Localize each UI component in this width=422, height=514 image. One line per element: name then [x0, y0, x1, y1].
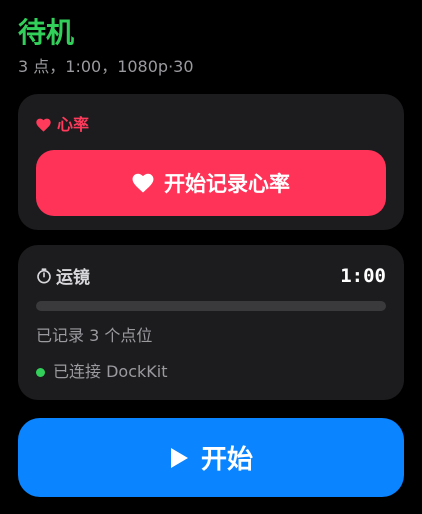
- record-button-label: 开始记录心率: [164, 172, 290, 196]
- motion-progress-bar: [36, 301, 386, 311]
- timer-icon: [36, 267, 52, 284]
- heart-rate-label: 心率: [57, 115, 90, 134]
- start-heart-rate-record-button[interactable]: 开始记录心率: [36, 150, 386, 216]
- connection-status: 已连接 DockKit: [36, 361, 167, 383]
- recorded-points-text: 已记录 3 个点位: [36, 326, 153, 345]
- connection-status-dot: [36, 367, 45, 377]
- connection-status-text: 已连接 DockKit: [53, 362, 168, 381]
- recording-screen: 待机 3 点，1:00，1080p·30 心率 开始记录心率 运镜 1:00 已…: [0, 0, 422, 514]
- motion-header: 运镜 1:00: [36, 263, 386, 288]
- start-button[interactable]: 开始: [18, 418, 404, 497]
- motion-title-label: 运镜: [56, 268, 90, 288]
- status-subtitle: 3 点，1:00，1080p·30: [18, 57, 194, 76]
- motion-title: 运镜: [36, 263, 90, 288]
- heart-icon: [132, 173, 154, 193]
- start-button-label: 开始: [200, 445, 253, 475]
- status-title: 待机: [18, 16, 75, 49]
- heart-icon: [36, 118, 51, 132]
- motion-card: 运镜 1:00 已记录 3 个点位 已连接 DockKit: [18, 245, 404, 400]
- play-icon: [169, 447, 189, 469]
- heart-rate-header: 心率: [36, 114, 89, 136]
- timer-value: 1:00: [340, 264, 386, 287]
- heart-rate-card: 心率 开始记录心率: [18, 94, 404, 230]
